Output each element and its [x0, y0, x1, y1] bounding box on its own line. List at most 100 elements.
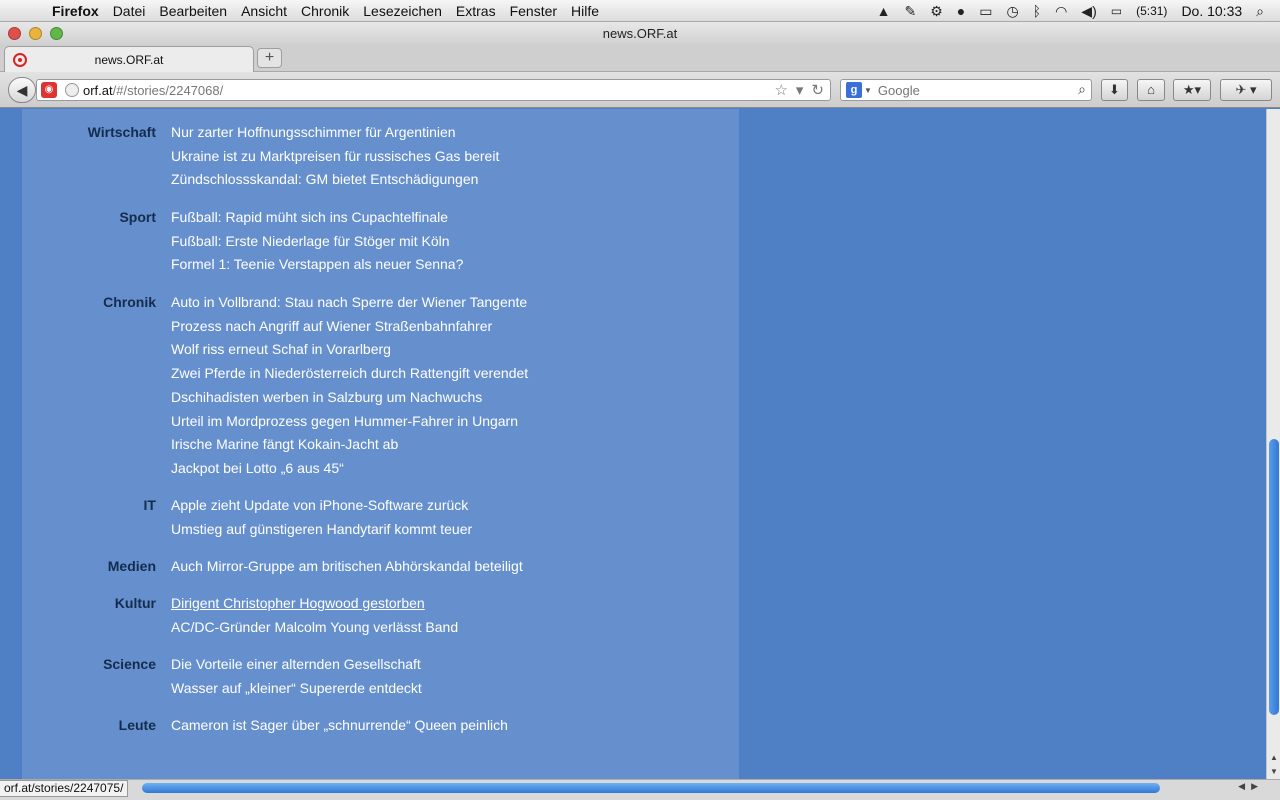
window-controls	[8, 27, 63, 40]
bookmark-star-icon[interactable]: ☆	[774, 81, 787, 99]
story-link-hovered[interactable]: Dirigent Christopher Hogwood gestorben	[171, 592, 458, 616]
time-machine-icon[interactable]: ◷	[1006, 3, 1018, 20]
window-zoom-button[interactable]	[50, 27, 63, 40]
story-link[interactable]: Zündschlossskandal: GM bietet Entschädig…	[171, 168, 499, 192]
navigation-toolbar: ◀ ◉ orf.at /#/stories/2247068/ ☆ ▾ ↻ g ▼…	[0, 72, 1280, 108]
search-icon[interactable]: ⌕	[1078, 81, 1086, 98]
url-bar-actions: ☆ ▾ ↻	[774, 81, 824, 99]
section-label: Science	[103, 656, 156, 672]
section-links: Auto in Vollbrand: Stau nach Sperre der …	[171, 291, 528, 481]
vertical-scrollbar[interactable]: ▲ ▼	[1266, 109, 1280, 779]
engine-dropdown-icon[interactable]: ▼	[864, 86, 872, 95]
search-bar[interactable]: g ▼ ⌕	[840, 79, 1092, 101]
menu-datei[interactable]: Datei	[113, 3, 146, 19]
section-links: Cameron ist Sager über „schnurrende“ Que…	[171, 714, 508, 738]
wifi-icon[interactable]: ◠	[1055, 3, 1067, 20]
back-button[interactable]: ◀	[8, 77, 36, 103]
window-title-bar: news.ORF.at	[0, 22, 1280, 44]
section-label: Wirtschaft	[87, 124, 156, 140]
story-link[interactable]: AC/DC-Gründer Malcolm Young verlässt Ban…	[171, 616, 458, 640]
menu-extras-area: ▲ ✎ ⚙ ● ▭ ◷ ᛒ ◠ ◀) ▭ (5:31) Do. 10:33 ⌕	[877, 0, 1264, 22]
story-link[interactable]: Ukraine ist zu Marktpreisen für russisch…	[171, 145, 499, 169]
globe-icon	[65, 83, 79, 97]
volume-icon[interactable]: ◀)	[1081, 3, 1096, 20]
settings-wheel-icon[interactable]: ⚙	[930, 3, 943, 20]
horizontal-scroll-thumb[interactable]	[142, 783, 1160, 793]
menu-clock[interactable]: Do. 10:33	[1181, 3, 1242, 19]
story-link[interactable]: Urteil im Mordprozess gegen Hummer-Fahre…	[171, 410, 528, 434]
home-button[interactable]: ⌂	[1137, 79, 1165, 101]
story-link[interactable]: Irische Marine fängt Kokain-Jacht ab	[171, 433, 528, 457]
menu-bar: Firefox Datei Bearbeiten Ansicht Chronik…	[0, 0, 1280, 22]
adobe-icon[interactable]: ▲	[877, 3, 891, 19]
section-links: Fußball: Rapid müht sich ins Cupachtelfi…	[171, 206, 463, 277]
spotlight-search-icon[interactable]: ⌕	[1256, 3, 1264, 20]
vertical-scroll-thumb[interactable]	[1269, 439, 1279, 715]
menu-chronik[interactable]: Chronik	[301, 3, 349, 19]
story-link[interactable]: Cameron ist Sager über „schnurrende“ Que…	[171, 714, 508, 738]
section-label: Chronik	[103, 294, 156, 310]
status-url: orf.at/stories/2247075/	[0, 780, 129, 797]
display-icon[interactable]: ▭	[979, 3, 992, 20]
story-link[interactable]: Umstieg auf günstigeren Handytarif kommt…	[171, 518, 472, 542]
story-link[interactable]: Prozess nach Angriff auf Wiener Straßenb…	[171, 315, 528, 339]
story-link[interactable]: Apple zieht Update von iPhone-Software z…	[171, 494, 472, 518]
story-link[interactable]: Die Vorteile einer alternden Gesellschaf…	[171, 653, 422, 677]
story-link[interactable]: Wasser auf „kleiner“ Supererde entdeckt	[171, 677, 422, 701]
section-links: Dirigent Christopher Hogwood gestorben A…	[171, 592, 458, 639]
stories-column: Wirtschaft Nur zarter Hoffnungsschimmer …	[22, 109, 739, 779]
section-label: Sport	[119, 209, 156, 225]
disc-icon[interactable]: ●	[957, 3, 965, 19]
bottom-bar: orf.at/stories/2247075/ ◀▶	[0, 779, 1280, 800]
story-link[interactable]: Fußball: Rapid müht sich ins Cupachtelfi…	[171, 206, 463, 230]
page-content: Wirtschaft Nur zarter Hoffnungsschimmer …	[0, 109, 1266, 779]
tab-title: news.ORF.at	[94, 52, 164, 67]
downloads-button[interactable]: ⬇	[1101, 79, 1128, 101]
section-links: Die Vorteile einer alternden Gesellschaf…	[171, 653, 422, 700]
story-link[interactable]: Wolf riss erneut Schaf in Vorarlberg	[171, 338, 528, 362]
scroll-down-arrow-icon[interactable]: ▼	[1267, 765, 1280, 779]
section-label: Leute	[118, 717, 156, 733]
reload-icon[interactable]: ↻	[811, 81, 824, 99]
story-link[interactable]: Fußball: Erste Niederlage für Stöger mit…	[171, 230, 463, 254]
story-link[interactable]: Auto in Vollbrand: Stau nach Sperre der …	[171, 291, 528, 315]
url-bar[interactable]: ◉ orf.at /#/stories/2247068/ ☆ ▾ ↻	[36, 79, 831, 101]
menu-app-firefox[interactable]: Firefox	[52, 3, 99, 19]
tab-bar: news.ORF.at +	[0, 44, 1280, 72]
menu-extras[interactable]: Extras	[456, 3, 496, 19]
section-label: Kultur	[114, 595, 156, 611]
history-dropdown-icon[interactable]: ▾	[796, 81, 804, 99]
satellite-icon[interactable]: ✎	[904, 3, 916, 20]
url-path: /#/stories/2247068/	[112, 82, 224, 98]
window-close-button[interactable]	[8, 27, 21, 40]
section-links: Auch Mirror-Gruppe am britischen Abhörsk…	[171, 555, 523, 579]
addon-menu-button[interactable]: ✈ ▾	[1220, 79, 1272, 101]
menu-lesezeichen[interactable]: Lesezeichen	[363, 3, 442, 19]
scroll-up-arrow-icon[interactable]: ▲	[1267, 751, 1280, 765]
menu-bearbeiten[interactable]: Bearbeiten	[159, 3, 227, 19]
story-link[interactable]: Zwei Pferde in Niederösterreich durch Ra…	[171, 362, 528, 386]
story-link[interactable]: Dschihadisten werben in Salzburg um Nach…	[171, 386, 528, 410]
section-label: IT	[143, 497, 156, 513]
tab-news-orf[interactable]: news.ORF.at	[4, 46, 254, 72]
story-link[interactable]: Nur zarter Hoffnungsschimmer für Argenti…	[171, 121, 499, 145]
site-identity-icon[interactable]: ◉	[41, 82, 57, 98]
story-link[interactable]: Formel 1: Teenie Verstappen als neuer Se…	[171, 253, 463, 277]
battery-icon[interactable]: ▭	[1111, 4, 1122, 18]
story-link[interactable]: Auch Mirror-Gruppe am britischen Abhörsk…	[171, 555, 523, 579]
menu-hilfe[interactable]: Hilfe	[571, 3, 599, 19]
google-engine-icon[interactable]: g	[846, 82, 862, 98]
menu-fenster[interactable]: Fenster	[510, 3, 557, 19]
new-tab-button[interactable]: +	[257, 48, 282, 68]
search-input[interactable]	[877, 82, 1068, 98]
window-minimize-button[interactable]	[29, 27, 42, 40]
section-links: Nur zarter Hoffnungsschimmer für Argenti…	[171, 121, 499, 192]
horizontal-scroll-arrows-icon[interactable]: ◀▶	[1238, 781, 1264, 792]
menu-ansicht[interactable]: Ansicht	[241, 3, 287, 19]
battery-time: (5:31)	[1136, 4, 1168, 18]
section-links: Apple zieht Update von iPhone-Software z…	[171, 494, 472, 541]
bookmarks-menu-button[interactable]: ★▾	[1173, 79, 1211, 101]
bluetooth-icon[interactable]: ᛒ	[1033, 3, 1041, 19]
story-link[interactable]: Jackpot bei Lotto „6 aus 45“	[171, 457, 528, 481]
window-title: news.ORF.at	[602, 25, 678, 41]
